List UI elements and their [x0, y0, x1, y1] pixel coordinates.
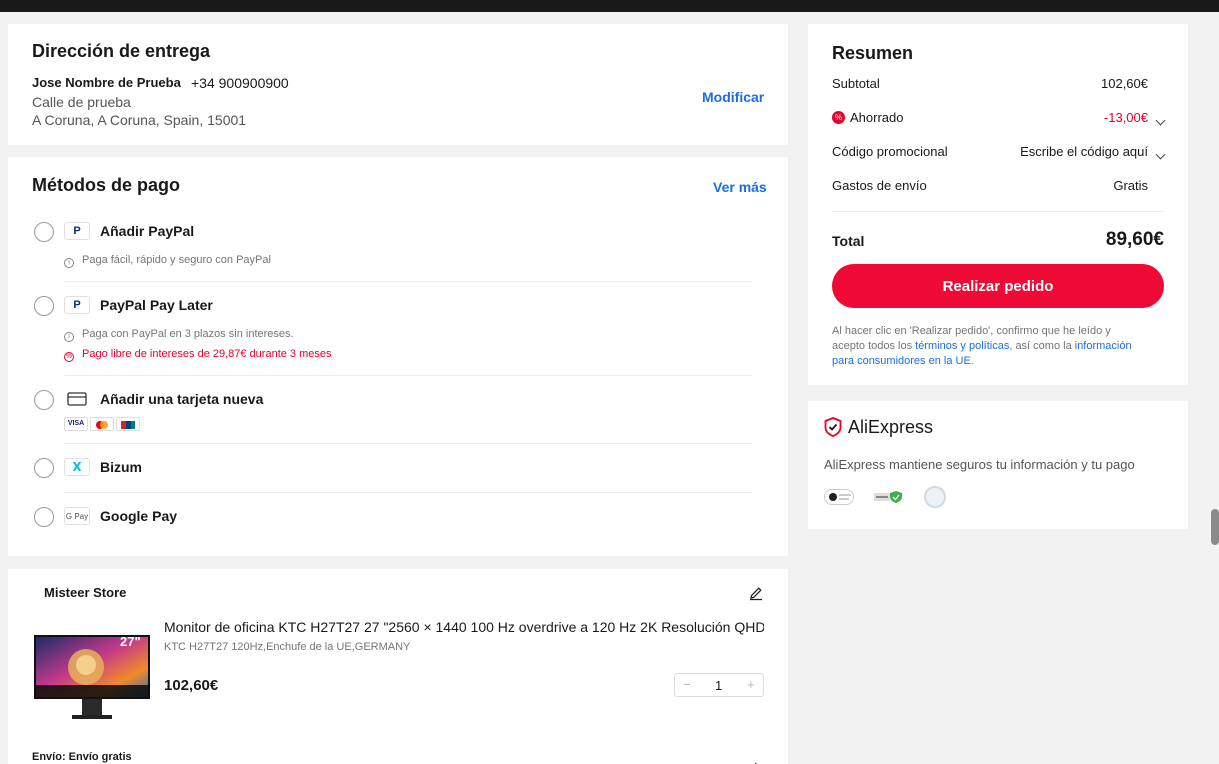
- consumer-info-link[interactable]: información: [1075, 340, 1132, 352]
- bizum-icon: Ⅹ: [64, 458, 90, 476]
- summary-title: Resumen: [832, 43, 914, 63]
- edit-icon[interactable]: [748, 585, 764, 606]
- credit-card-icon: [64, 390, 90, 408]
- info-icon: i: [64, 332, 74, 342]
- recipient-name: Jose Nombre de Prueba: [32, 75, 181, 90]
- security-message: AliExpress mantiene seguros tu informaci…: [824, 457, 1135, 472]
- radio-bizum[interactable]: [34, 458, 54, 478]
- radio-paypal-pay-later[interactable]: [34, 296, 54, 316]
- delivery-address-card: Dirección de entrega Jose Nombre de Prue…: [8, 24, 788, 145]
- discount-icon: %: [832, 111, 845, 124]
- chevron-right-icon[interactable]: [750, 758, 761, 764]
- legal-text: Al hacer clic en 'Realizar pedido', conf…: [832, 325, 1132, 367]
- scrollbar[interactable]: [1211, 509, 1219, 545]
- paypal-icon: P: [64, 296, 90, 314]
- radio-new-card[interactable]: [34, 390, 54, 410]
- payment-method-note: i Paga fácil, rápido y seguro con PayPal: [64, 254, 271, 268]
- promo-code-input[interactable]: Escribe el código aquí: [1020, 144, 1148, 159]
- radio-google-pay[interactable]: [34, 507, 54, 527]
- discount-icon: %: [64, 352, 74, 362]
- order-summary-card: Resumen Subtotal 102,60€ % Ahorrado -13,…: [808, 24, 1188, 385]
- shipping-cost-label: Gastos de envío: [832, 178, 927, 193]
- consumer-info-link-cont[interactable]: para consumidores en la UE: [832, 355, 971, 367]
- address-street: Calle de prueba: [32, 94, 131, 110]
- payment-method-label[interactable]: Bizum: [100, 459, 142, 475]
- chevron-down-icon[interactable]: [1155, 111, 1166, 129]
- paypal-icon: P: [64, 222, 90, 240]
- divider: [64, 281, 752, 282]
- divider: [64, 443, 752, 444]
- shipping-option[interactable]: Envío: Envío gratis: [32, 751, 132, 763]
- total-label: Total: [832, 233, 865, 249]
- recipient-phone: +34 900900900: [191, 75, 289, 91]
- shipping-cost-value: Gratis: [1113, 178, 1148, 193]
- product-image-badge: 27": [120, 634, 141, 649]
- radio-paypal[interactable]: [34, 222, 54, 242]
- divider: [64, 375, 752, 376]
- subtotal-value: 102,60€: [1101, 76, 1148, 91]
- product-title[interactable]: Monitor de oficina KTC H27T27 27 "2560 ×…: [164, 619, 764, 635]
- terms-link[interactable]: términos y políticas: [915, 340, 1009, 352]
- aliexpress-logo: AliExpress: [848, 417, 934, 437]
- unionpay-icon: [116, 417, 140, 431]
- promo-code-label: Código promocional: [832, 144, 948, 159]
- payment-method-label[interactable]: PayPal Pay Later: [100, 297, 213, 313]
- total-value: 89,60€: [1105, 229, 1164, 250]
- security-badge-icon: [824, 489, 854, 505]
- address-title: Dirección de entrega: [32, 41, 211, 61]
- certification-seal-icon: [924, 486, 946, 508]
- payment-method-label[interactable]: Google Pay: [100, 508, 177, 524]
- store-name[interactable]: Misteer Store: [44, 585, 126, 600]
- chevron-down-icon[interactable]: [1155, 145, 1166, 163]
- payment-method-label[interactable]: Añadir PayPal: [100, 223, 194, 239]
- shield-check-icon: [824, 417, 842, 442]
- google-pay-icon: G Pay: [64, 507, 90, 525]
- payment-title: Métodos de pago: [32, 175, 180, 195]
- verified-badge-icon: [874, 489, 904, 505]
- see-more-payments-link[interactable]: Ver más: [713, 179, 767, 195]
- divider: [832, 211, 1164, 212]
- modify-address-link[interactable]: Modificar: [702, 89, 764, 105]
- visa-icon: VISA: [64, 417, 88, 431]
- increase-quantity-button[interactable]: +: [747, 677, 755, 692]
- payment-methods-card: Métodos de pago Ver más P Añadir PayPal …: [8, 157, 788, 556]
- info-icon: i: [64, 258, 74, 268]
- product-price: 102,60€: [164, 677, 219, 694]
- security-card: AliExpress AliExpress mantiene seguros t…: [808, 401, 1188, 529]
- quantity-stepper: − 1 +: [674, 673, 764, 697]
- store-order-card: Misteer Store 27" Monitor de oficina KTC…: [8, 569, 788, 764]
- top-bar: [0, 0, 1219, 12]
- address-city: A Coruna, A Coruna, Spain, 15001: [32, 112, 247, 128]
- saved-value[interactable]: -13,00€: [1104, 110, 1148, 125]
- mastercard-icon: [90, 417, 114, 431]
- product-image[interactable]: 27": [34, 631, 150, 725]
- payment-method-note: i Paga con PayPal en 3 plazos sin interes…: [64, 328, 294, 342]
- saved-label: Ahorrado: [850, 110, 904, 125]
- decrease-quantity-button[interactable]: −: [683, 677, 691, 692]
- product-variant[interactable]: KTC H27T27 120Hz,Enchufe de la UE,GERMAN…: [164, 641, 410, 653]
- divider: [64, 492, 752, 493]
- subtotal-label: Subtotal: [832, 76, 880, 91]
- place-order-button[interactable]: Realizar pedido: [832, 264, 1164, 308]
- quantity-value[interactable]: 1: [715, 678, 722, 693]
- payment-method-label[interactable]: Añadir una tarjeta nueva: [100, 391, 263, 407]
- pay-later-promo: % Pago libre de intereses de 29,87€ duran…: [64, 348, 332, 362]
